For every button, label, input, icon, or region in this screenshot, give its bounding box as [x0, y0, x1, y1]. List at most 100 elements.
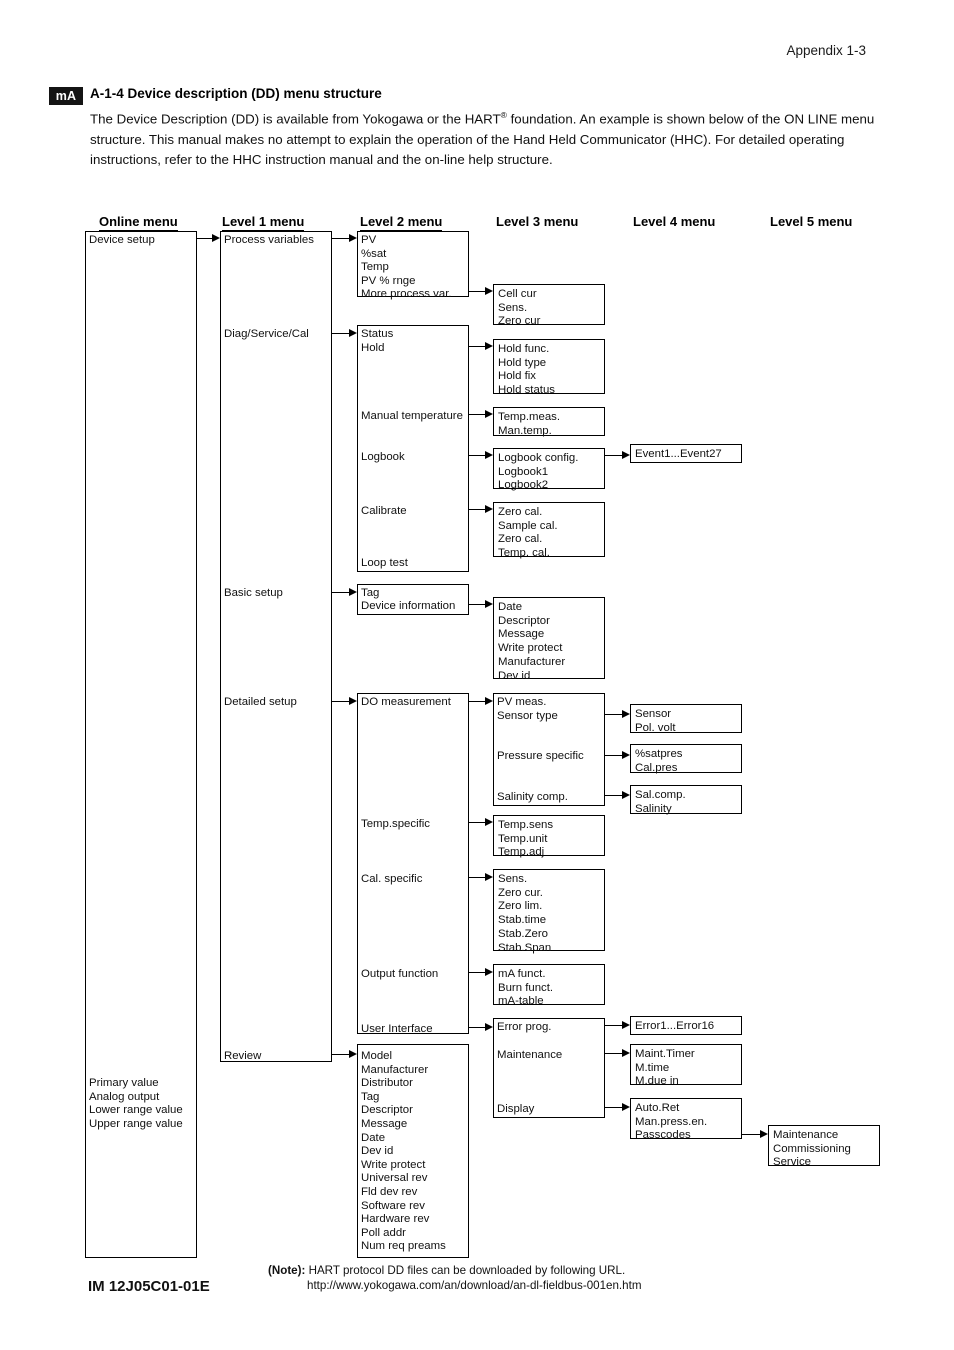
arrow-sensor-type-to-level4-shaft [605, 713, 623, 716]
level3-box-hold: Hold func. Hold type Hold fix Hold status [493, 339, 605, 396]
level4-box-display: Auto.Ret Man.press.en. Passcodes [630, 1098, 742, 1141]
level3-item-output-function: Burn funct. [498, 981, 554, 994]
level2-box-detailed-setup [357, 693, 469, 1034]
level2-item-diag-service-cal: Hold [361, 342, 385, 354]
arrow-review-to-level2 [332, 1049, 357, 1059]
level2-item-basic-setup: Device information [361, 600, 456, 612]
ma-badge: mA [49, 87, 83, 105]
level2-item-diag-service-cal: Logbook [361, 451, 405, 463]
level3-box-output-function: mA funct. Burn funct. mA-table [493, 964, 605, 1007]
level3-item-cal-specific: Zero lim. [498, 900, 543, 913]
arrow-manual-temperature-to-level3-head [485, 409, 493, 418]
online-menu-item-device-setup: Device setup [89, 234, 155, 246]
level4-item-sensor-type: Pol. volt [635, 721, 676, 734]
level2-item-basic-setup: Tag [361, 587, 380, 599]
arrow-calibrate-to-level3-shaft [469, 508, 486, 511]
level2-item-detailed-setup: Temp.specific [361, 818, 430, 830]
level3-item-hold: Hold func. [498, 343, 550, 355]
online-menu-item: Lower range value [89, 1104, 183, 1117]
level3-item-hold: Hold status [498, 384, 555, 397]
arrow-pressure-specific-to-level4 [605, 750, 630, 760]
level3-item-device-information: Write protect [498, 642, 563, 655]
online-menu-item: Primary value [89, 1077, 159, 1089]
level4-box-salinity-comp: Sal.comp. Salinity [630, 785, 742, 815]
level4-item-display: Auto.Ret [635, 1102, 680, 1114]
level2-item-detailed-setup: DO measurement [361, 696, 451, 708]
level4-item-pressure-specific: %satpres [635, 748, 683, 760]
level2-item-review: Dev id [361, 1145, 394, 1157]
level3-item-do-measurement: Salinity comp. [497, 791, 568, 803]
arrow-review-to-level2-head [349, 1049, 357, 1058]
note-line: (Note): HART protocol DD files can be do… [268, 1264, 625, 1277]
level3-box-temp-specific: Temp.sens Temp.unit Temp.adj [493, 815, 605, 858]
arrow-passcodes-to-level5-shaft [742, 1133, 761, 1136]
arrow-salinity-comp-to-level4-head [622, 790, 630, 799]
level3-item-user-interface: Error prog. [497, 1021, 552, 1033]
arrow-salinity-comp-to-level4-shaft [605, 794, 623, 797]
arrow-logbook-config-to-level4-head [622, 450, 630, 459]
level2-item-detailed-setup: User Interface [361, 1023, 433, 1035]
arrow-display-to-level4-shaft [605, 1106, 623, 1109]
arrow-basic-setup-to-level2-shaft [332, 591, 350, 594]
note-url[interactable]: http://www.yokogawa.com/an/download/an-d… [307, 1279, 641, 1292]
arrow-manual-temperature-to-level3-shaft [469, 413, 486, 416]
intro-text-part1: The Device Description (DD) is available… [90, 111, 501, 127]
level4-box-maintenance: Maint.Timer M.time M.due in [630, 1044, 742, 1087]
column-header-3: Level 3 menu [496, 214, 579, 229]
level3-item-output-function: mA funct. [498, 968, 546, 980]
level3-item-cal-specific: Zero cur. [498, 886, 543, 899]
level4-box-pressure-specific: %satpres Cal.pres [630, 744, 742, 774]
level2-item-review: Poll addr [361, 1227, 406, 1239]
note-text: HART protocol DD files can be downloaded… [305, 1264, 626, 1277]
arrow-temp-specific-to-level3-head [485, 817, 493, 826]
level2-item-detailed-setup: Cal. specific [361, 873, 423, 885]
level3-box-device-information: Date Descriptor Message Write protect Manufa… [493, 597, 605, 682]
level4-item-salinity-comp: Salinity [635, 802, 672, 815]
arrow-device-setup-to-process-variables-head [212, 233, 220, 242]
level2-item-review: Model [361, 1050, 393, 1062]
level3-item-device-information: Manufacturer [498, 655, 566, 668]
level2-item-review: Software rev [361, 1200, 425, 1212]
level3-item-device-information: Message [498, 628, 545, 641]
level2-item-process-variables: More process var. [361, 288, 452, 300]
level4-item-salinity-comp: Sal.comp. [635, 789, 686, 801]
level3-item-logbook: Logbook config. [498, 452, 579, 464]
arrow-do-measurement-to-level3-head [485, 696, 493, 705]
level3-item-user-interface: Display [497, 1103, 535, 1115]
arrow-basic-setup-to-level2-head [349, 587, 357, 596]
level3-item-output-function: mA-table [498, 995, 544, 1008]
level3-item-more-process-var: Zero cur [498, 315, 541, 328]
level2-item-diag-service-cal: Loop test [361, 557, 408, 569]
arrow-device-setup-to-process-variables [197, 233, 220, 243]
level5-item-passcodes: Maintenance [773, 1129, 839, 1141]
level4-box-logbook-events: Event1...Event27 [630, 444, 742, 463]
arrow-process-variables-to-level2-shaft [332, 237, 350, 240]
level3-item-cal-specific: Stab.Span [498, 941, 552, 954]
level3-item-device-information: Date [498, 601, 523, 613]
arrow-logbook-config-to-level4-shaft [605, 454, 623, 457]
level3-item-logbook: Logbook2 [498, 479, 549, 492]
level4-item-pressure-specific: Cal.pres [635, 761, 678, 774]
arrow-hold-to-level3-shaft [469, 345, 486, 348]
arrow-device-information-to-level3-head [485, 599, 493, 608]
arrow-sensor-type-to-level4-head [622, 709, 630, 718]
level3-item-logbook: Logbook1 [498, 465, 549, 478]
arrow-cal-specific-to-level3-shaft [469, 876, 486, 879]
level4-item-error-prog: Error1...Error16 [635, 1020, 715, 1032]
column-header-5: Level 5 menu [770, 214, 853, 229]
arrow-error-prog-to-level4-shaft [605, 1024, 623, 1027]
level3-item-more-process-var: Cell cur [498, 288, 537, 300]
level1-menu-item: Review [224, 1050, 262, 1062]
level3-item-calibrate: Temp. cal. [498, 547, 550, 560]
arrow-more-process-var-to-level3-head [485, 286, 493, 295]
level2-item-diag-service-cal: Manual temperature [361, 410, 463, 422]
level2-item-process-variables: PV % rnge [361, 275, 416, 287]
level2-item-review: Message [361, 1118, 408, 1130]
level4-item-maintenance: M.time [635, 1061, 670, 1074]
level3-item-cal-specific: Stab.Zero [498, 927, 549, 940]
arrow-temp-specific-to-level3-shaft [469, 821, 486, 824]
level3-box-manual-temperature: Temp.meas. Man.temp. [493, 407, 605, 437]
arrow-hold-to-level3-head [485, 341, 493, 350]
level2-item-diag-service-cal: Calibrate [361, 505, 407, 517]
appendix-header: Appendix 1-3 [786, 43, 866, 58]
